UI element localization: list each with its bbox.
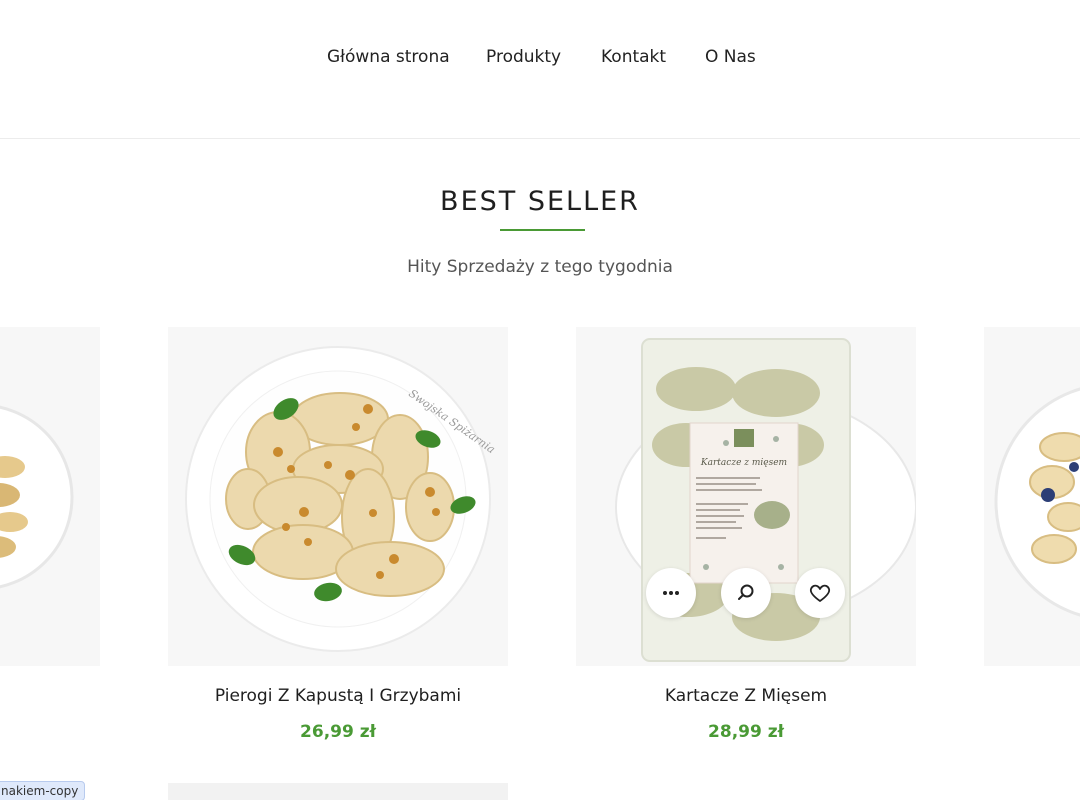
product-image-pierogi[interactable]: Swojska Spiżarnia (168, 327, 508, 666)
product-image-partial-right[interactable] (984, 327, 1080, 666)
nav-item-about[interactable]: O Nas (705, 47, 756, 67)
pierogi-plate-image: Swojska Spiżarnia (168, 327, 508, 666)
quick-view-button[interactable] (721, 568, 771, 618)
search-icon (738, 584, 754, 600)
page: Główna strona Produkty Kontakt O Nas BES… (0, 0, 1080, 800)
section-subtitle: Hity Sprzedaży z tego tygodnia (407, 257, 673, 277)
product-image-kartacze[interactable]: Kartacze z mięsem (576, 327, 916, 666)
section-title: BEST SELLER (440, 186, 640, 217)
main-navigation: Główna strona Produkty Kontakt O Nas (0, 0, 1080, 139)
nav-item-home[interactable]: Główna strona (327, 47, 450, 67)
nav-item-products[interactable]: Produkty (486, 47, 561, 67)
product-title[interactable]: Kartacze Z Mięsem (576, 686, 916, 706)
nav-item-contact[interactable]: Kontakt (601, 47, 666, 67)
next-row-product-image[interactable] (168, 783, 508, 800)
title-underline (500, 229, 585, 231)
heart-icon (809, 584, 831, 602)
package-label-text: Kartacze z mięsem (700, 458, 787, 468)
more-icon (663, 591, 679, 595)
product-image-partial-left[interactable] (0, 327, 100, 666)
dumplings-blueberry-plate-image (984, 327, 1080, 666)
debug-tooltip: nakiem-copy (0, 781, 86, 800)
product-price: 26,99 zł (300, 722, 376, 742)
product-title[interactable]: Pierogi Z Kapustą I Grzybami (168, 686, 508, 706)
dumplings-plate-image (0, 327, 100, 666)
product-price: 28,99 zł (708, 722, 784, 742)
wishlist-button[interactable] (795, 568, 845, 618)
more-options-button[interactable] (646, 568, 696, 618)
